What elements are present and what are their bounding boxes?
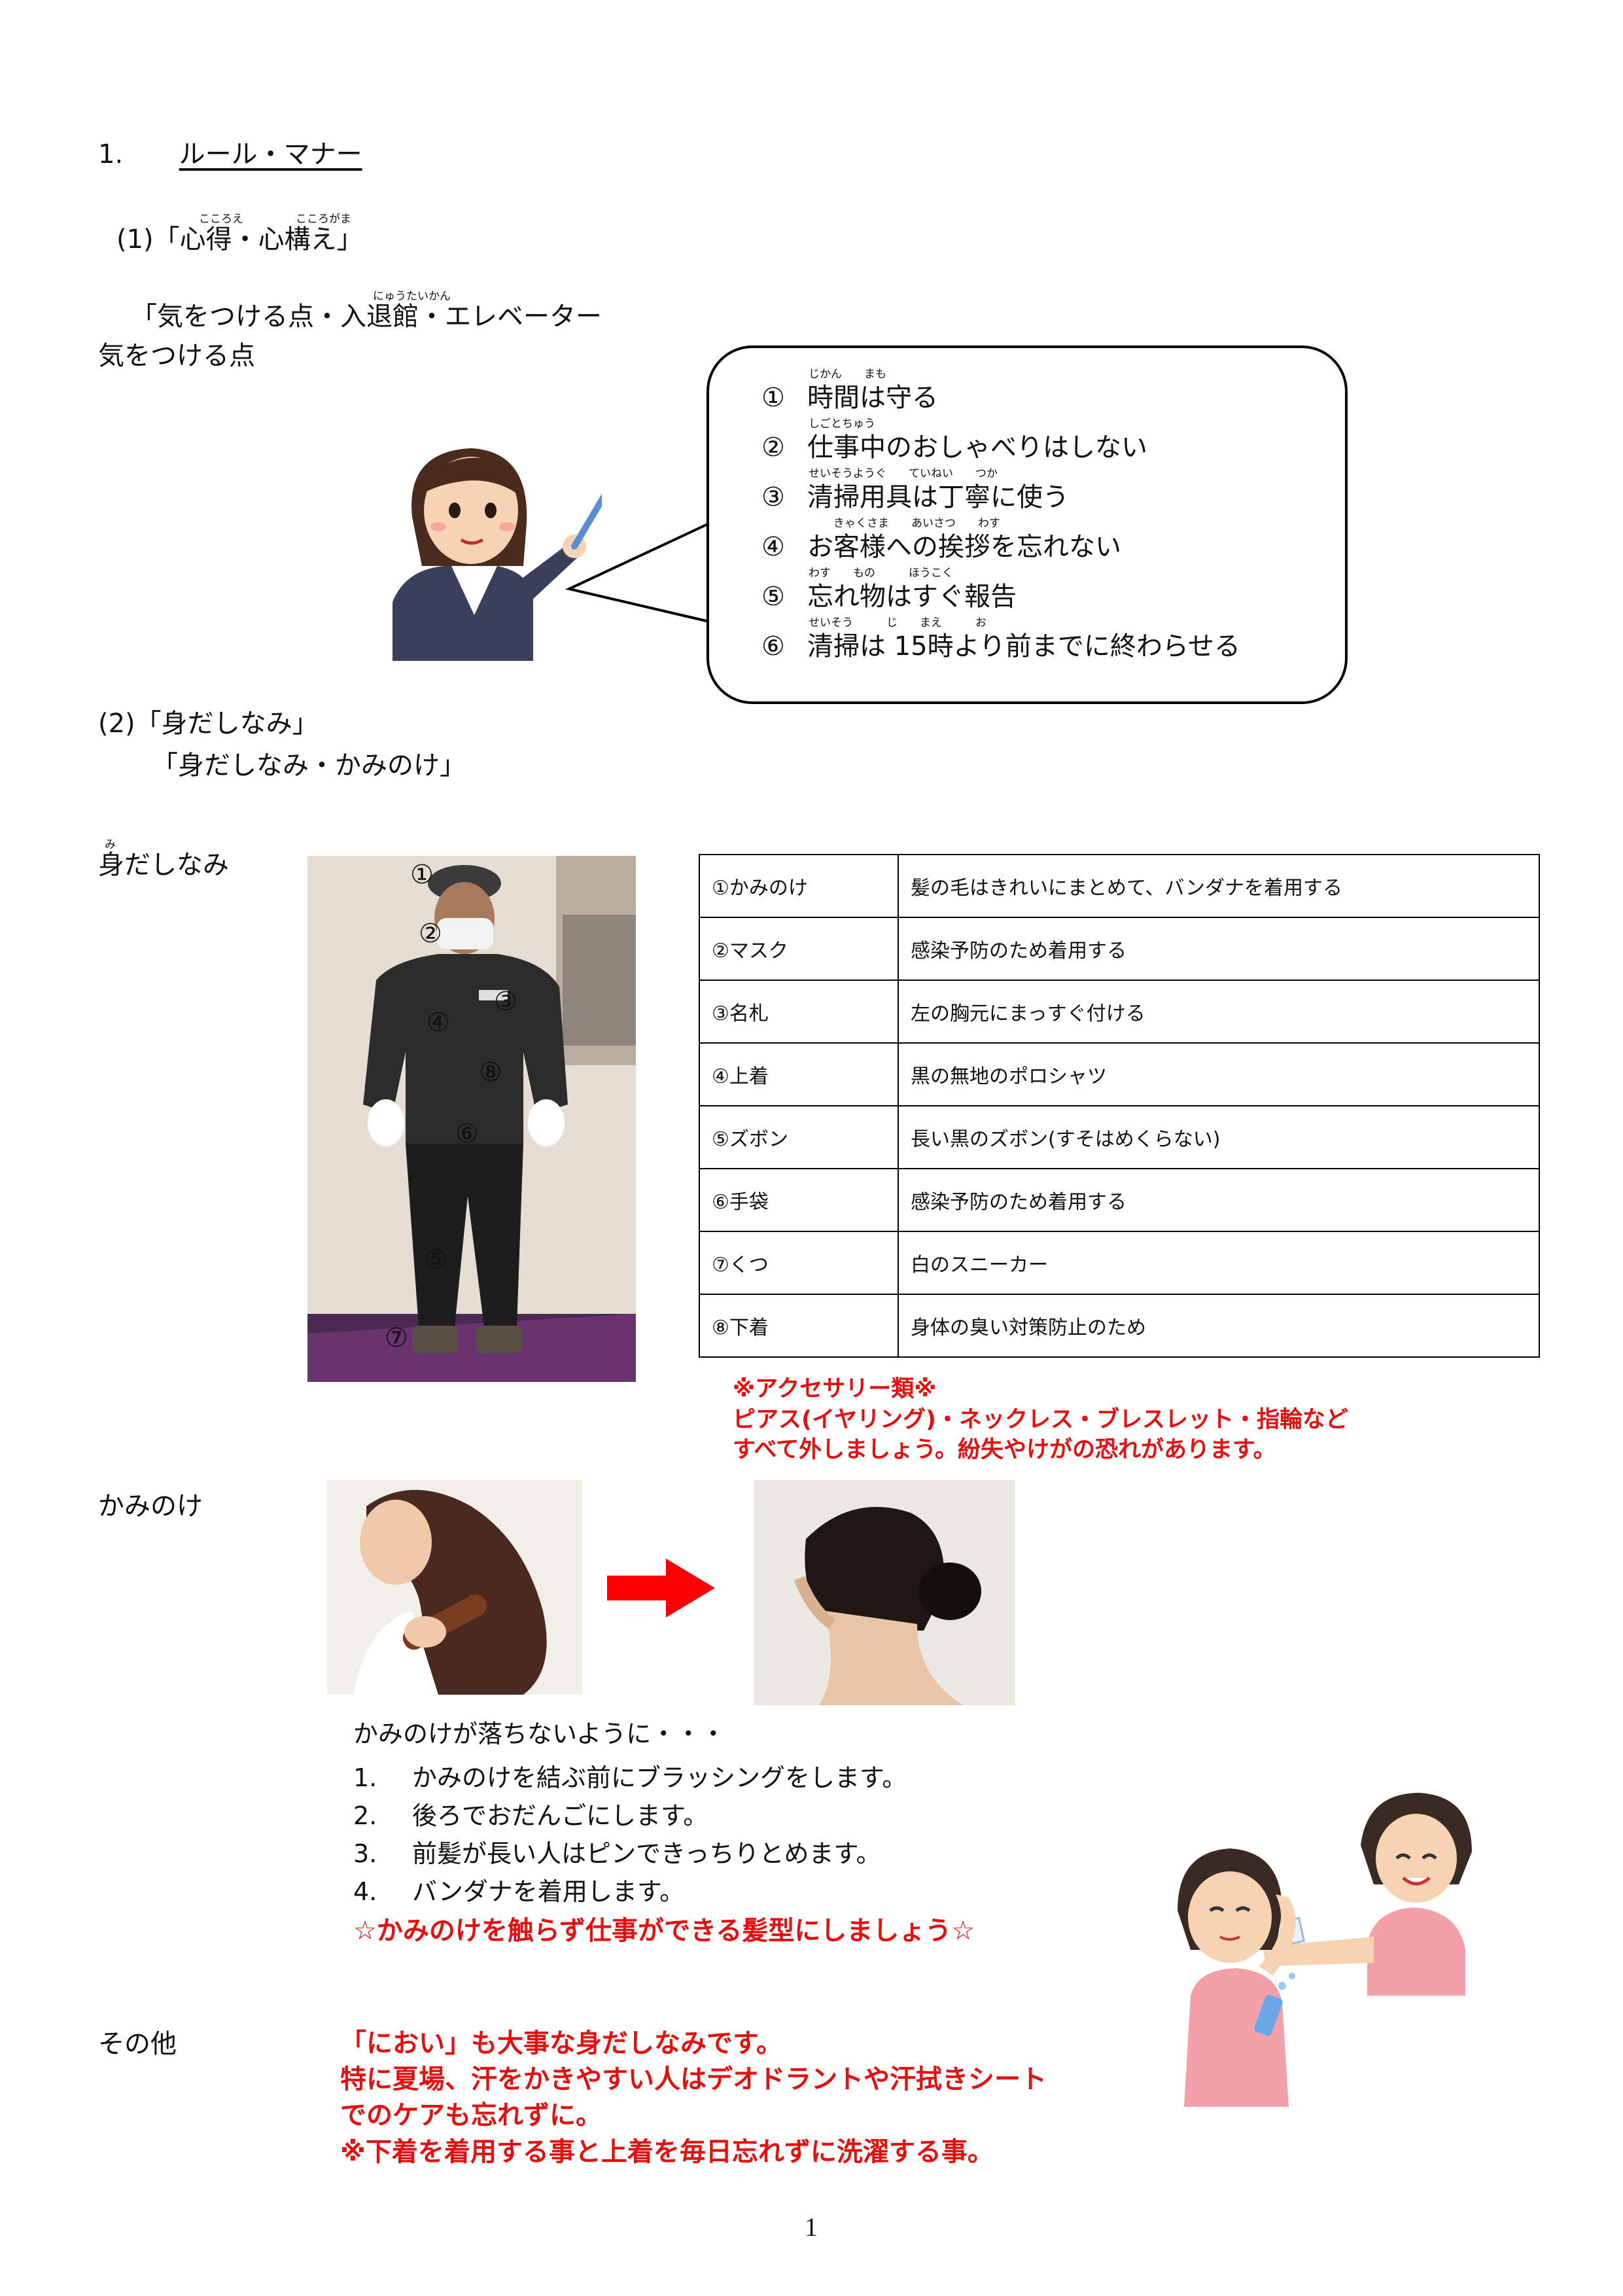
- table-row: ①かみのけ 髪の毛はきれいにまとめて、バンダナを着用する: [699, 854, 1540, 918]
- hair-step-4: 4. バンダナを着用します。: [353, 1877, 685, 1906]
- bubble-item-2: しごとちゅう ② 仕事中のおしゃべりはしない: [761, 417, 1147, 463]
- hair-highlight: ☆かみのけを触らず仕事ができる髪型にしましょう☆: [353, 1916, 975, 1946]
- heading-title: ルール・マナー: [179, 139, 362, 169]
- photo-marker-5: ⑤: [424, 1245, 447, 1275]
- page-number: 1: [805, 2212, 818, 2242]
- uniform-photo: ① ② ③ ④ ⑧ ⑥ ⑤ ⑦: [307, 856, 636, 1382]
- bubble-item-4: きゃくさま あいさつ わす ④ お客様への挨拶を忘れない: [761, 517, 1121, 562]
- section1-lead-line1: 「気をつける点・入退館・エレベーター: [131, 302, 602, 332]
- hair-step-2: 2. 後ろでおだんごにします。: [353, 1801, 708, 1830]
- heading-number: 1.: [98, 139, 124, 169]
- uniform-table: ①かみのけ 髪の毛はきれいにまとめて、バンダナを着用する ②マスク 感染予防のため着…: [699, 854, 1540, 1358]
- heading: 1. ルール・マナー: [98, 139, 362, 170]
- hair-brushing-photo: [327, 1480, 582, 1695]
- table-row: ⑤ズボン 長い黒のズボン(すそはめくらない): [699, 1105, 1540, 1169]
- table-row: ④上着 黒の無地のポロシャツ: [699, 1042, 1540, 1106]
- hair-step-1: 1. かみのけを結ぶ前にブラッシングをします。: [353, 1763, 907, 1792]
- bubble-item-5: わす もの ほうこく ⑤ 忘れ物はすぐ報告: [761, 567, 1017, 612]
- section1-title: (1)「心得・心構え」: [116, 224, 363, 255]
- photo-marker-6: ⑥: [455, 1119, 479, 1149]
- table-row: ⑧下着 身体の臭い対策防止のため: [699, 1294, 1540, 1358]
- photo-marker-3: ③: [494, 987, 517, 1017]
- photo-marker-7: ⑦: [385, 1323, 408, 1353]
- bubble-item-6: せいそう じ まえ お ⑥ 清掃は 15時より前までに終わらせる: [761, 616, 1241, 662]
- speech-bubble-tail: [565, 522, 710, 623]
- label-other: その他: [98, 2029, 177, 2059]
- arrow-right-icon: [607, 1559, 715, 1617]
- table-row: ⑦くつ 白のスニーカー: [699, 1231, 1540, 1295]
- table-row: ②マスク 感染予防のため着用する: [699, 917, 1540, 981]
- table-row: ③名札 左の胸元にまっすぐ付ける: [699, 980, 1540, 1044]
- hair-step-3: 3. 前髪が長い人はピンできっちりとめます。: [353, 1839, 881, 1868]
- speech-bubble: じかん まも ① 時間は守る しごとちゅう ② 仕事中のおしゃべりはしない せいそう…: [707, 345, 1348, 704]
- section2-title: (2)「身だしなみ」: [98, 709, 319, 739]
- bubble-item-1: じかん まも ① 時間は守る: [761, 368, 938, 413]
- table-row: ⑥手袋 感染予防のため着用する: [699, 1168, 1540, 1232]
- bubble-item-3: せいそうようぐ ていねい つか ③ 清掃用具は丁寧に使う: [761, 467, 1069, 512]
- photo-marker-4: ④: [427, 1008, 450, 1038]
- hair-intro: かみのけが落ちないように・・・: [353, 1720, 726, 1748]
- label-hair: かみのけ: [98, 1491, 203, 1521]
- accessory-note: ※アクセサリー類※ ピアス(イヤリング)・ネックレス・ブレスレット・指輪など す…: [733, 1376, 1348, 1464]
- deodorant-illustration: [1178, 1793, 1472, 2107]
- hair-bun-photo: [754, 1480, 1015, 1705]
- label-midashinami: 身だしなみ: [98, 850, 229, 880]
- section1-lead-line2: 気をつける点: [98, 341, 255, 371]
- other-notes: 「におい」も大事な身だしなみです。 特に夏場、汗をかきやすい人はデオドラントや汗…: [340, 2028, 1047, 2167]
- photo-marker-8: ⑧: [479, 1057, 502, 1087]
- section2-subtitle: 「身だしなみ・かみのけ」: [152, 751, 466, 781]
- photo-marker-2: ②: [419, 919, 442, 949]
- photo-marker-1: ①: [410, 860, 434, 890]
